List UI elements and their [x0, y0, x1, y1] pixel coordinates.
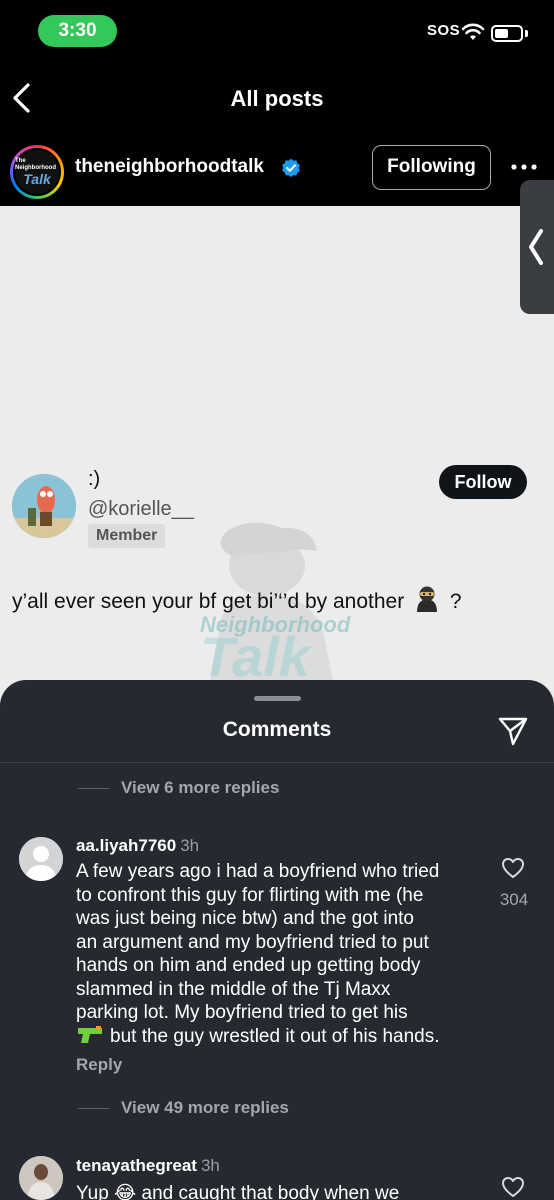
- post-image[interactable]: Neighborhood Talk :) @korielle__ Member …: [0, 206, 554, 726]
- avatar-logo-small: The Neighborhood: [15, 158, 56, 171]
- side-panel-handle[interactable]: [520, 180, 554, 314]
- chevron-left-icon: [529, 229, 543, 265]
- like-heart-icon[interactable]: [501, 857, 525, 879]
- view-more-replies-2[interactable]: View 49 more replies: [78, 1098, 289, 1118]
- comment-text: A few years ago i had a boyfriend who tr…: [76, 860, 476, 1048]
- comment-line: an argument and my boyfriend tried to pu…: [76, 931, 429, 953]
- tweet-follow-button: Follow: [439, 465, 527, 499]
- comment-line: parking lot. My boyfriend tried to get h…: [76, 1002, 408, 1023]
- status-bar: 3:30 SOS: [0, 0, 554, 64]
- account-username[interactable]: theneighborhoodtalk: [75, 156, 264, 178]
- comment-line: but the guy wrestled it out of his hands…: [110, 1025, 440, 1047]
- comment-line-last: but the guy wrestled it out of his hands…: [76, 1025, 476, 1049]
- member-badge: Member: [88, 524, 166, 548]
- page-title: All posts: [230, 86, 324, 111]
- comment-time: 3h: [180, 836, 200, 855]
- tweet-text-end: ?: [449, 590, 462, 613]
- comments-title: Comments: [222, 718, 332, 741]
- comment-username[interactable]: aa.liyah7760 3h: [76, 836, 199, 856]
- sheet-divider: [0, 762, 554, 763]
- comment-username-text: tenayathegreat: [76, 1156, 197, 1175]
- wifi-icon: [461, 23, 485, 40]
- reply-thread-line: [78, 788, 109, 790]
- view-more-replies-1[interactable]: View 6 more replies: [78, 778, 279, 798]
- comment-time: 3h: [200, 1156, 220, 1175]
- battery-cap: [525, 30, 528, 37]
- comment-avatar[interactable]: [19, 837, 63, 881]
- comment-avatar[interactable]: [19, 1156, 63, 1200]
- view-more-replies-label: View 6 more replies: [121, 778, 280, 797]
- reply-button[interactable]: Reply: [76, 1055, 122, 1075]
- post-header: The Neighborhood Talk theneighborhoodtal…: [0, 128, 554, 206]
- like-heart-icon[interactable]: [501, 1176, 525, 1198]
- comment-line: hands on him and ended up getting body: [76, 955, 421, 976]
- view-more-replies-label: View 49 more replies: [121, 1098, 289, 1117]
- comment-line: to confront this guy for flirting with m…: [76, 884, 424, 906]
- sheet-grabber[interactable]: [254, 696, 301, 701]
- more-options-icon[interactable]: [511, 164, 537, 170]
- comment-username[interactable]: tenayathegreat 3h: [76, 1156, 220, 1176]
- comment-line: was just being nice btw) and the got int…: [76, 908, 414, 929]
- comment-line: A few years ago i had a boyfriend who tr…: [76, 861, 440, 882]
- avatar-logo-big: Talk: [23, 171, 51, 187]
- reply-thread-line: [78, 1108, 109, 1110]
- comment-line: slammed in the middle of the Tj Maxx: [76, 978, 391, 1000]
- tweet-text-body: y’all ever seen your bf get bi’‘’d by an…: [12, 590, 405, 613]
- comment-text: Yup 😂 and caught that body when we: [76, 1183, 400, 1200]
- like-count: 304: [499, 890, 529, 909]
- tweet-author-avatar: [12, 474, 76, 538]
- tweet-handle: @korielle__: [88, 498, 194, 520]
- comments-sheet: Comments View 6 more replies aa.liyah776…: [0, 680, 554, 1200]
- comment-username-text: aa.liyah7760: [76, 836, 177, 855]
- send-icon[interactable]: [497, 715, 529, 747]
- sos-indicator: SOS: [427, 22, 461, 39]
- status-time: 3:30: [38, 15, 117, 47]
- ninja-emoji-icon: [417, 586, 438, 612]
- account-avatar[interactable]: The Neighborhood Talk: [10, 145, 64, 199]
- verified-badge-icon: [282, 158, 300, 177]
- tweet-display-name: :): [88, 468, 101, 490]
- battery-icon: [491, 25, 523, 42]
- water-pistol-emoji-icon: [78, 1025, 102, 1043]
- nav-bar: All posts: [0, 64, 554, 128]
- tweet-text: y’all ever seen your bf get bi’‘’d by an…: [12, 586, 462, 614]
- following-button[interactable]: Following: [372, 145, 491, 190]
